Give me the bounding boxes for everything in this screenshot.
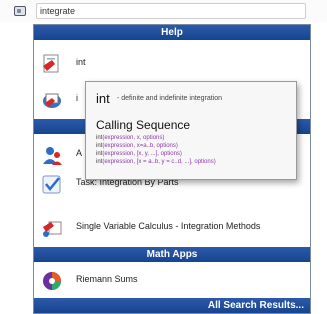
search-input[interactable]	[36, 3, 306, 19]
result-label: Single Variable Calculus - Integration M…	[76, 221, 261, 231]
sequence-arguments: (expression, x=a..b, options)	[102, 143, 178, 149]
help-page-icon	[43, 93, 61, 108]
calling-sequence-line: int(expression, [x, y, ...], options)	[96, 150, 216, 158]
result-label: i	[76, 93, 78, 103]
result-label: A	[76, 148, 83, 158]
search-icon[interactable]	[14, 6, 26, 16]
help-page-icon	[43, 54, 59, 73]
result-label: Riemann Sums	[76, 274, 138, 284]
sequence-arguments: (expression, x, options)	[102, 135, 165, 141]
all-search-results-link[interactable]: All Search Results...	[208, 298, 304, 313]
calling-sequence-line: int(expression, x, options)	[96, 134, 216, 142]
help-tooltip: int - definite and indefinite integratio…	[85, 81, 297, 180]
result-item-riemann[interactable]: Riemann Sums	[34, 265, 310, 296]
search-bar	[0, 0, 327, 22]
tooltip-command-name: int	[96, 91, 110, 106]
sequence-arguments: (expression, [x = a..b, y = c..d, ...], …	[102, 159, 216, 165]
users-icon	[43, 147, 62, 165]
result-item-calculus[interactable]: Single Variable Calculus - Integration M…	[34, 212, 310, 243]
calling-sequence-line: int(expression, x=a..b, options)	[96, 142, 216, 150]
calling-sequence-line: int(expression, [x = a..b, y = c..d, ...…	[96, 158, 216, 166]
calling-sequence-list: int(expression, x, options) int(expressi…	[96, 134, 216, 166]
checkmark-icon	[42, 175, 61, 194]
math-app-icon	[43, 272, 61, 290]
results-footer: All Search Results...	[34, 298, 310, 313]
section-header-math-apps: Math Apps	[34, 247, 310, 262]
tooltip-description: - definite and indefinite integration	[117, 95, 223, 102]
tooltip-calling-sequence-heading: Calling Sequence	[96, 118, 191, 132]
tutor-icon	[43, 221, 62, 237]
result-item-int[interactable]: int	[34, 48, 310, 79]
result-label: int	[76, 57, 86, 67]
sequence-arguments: (expression, [x, y, ...], options)	[102, 151, 182, 157]
section-header-help: Help	[34, 25, 310, 40]
